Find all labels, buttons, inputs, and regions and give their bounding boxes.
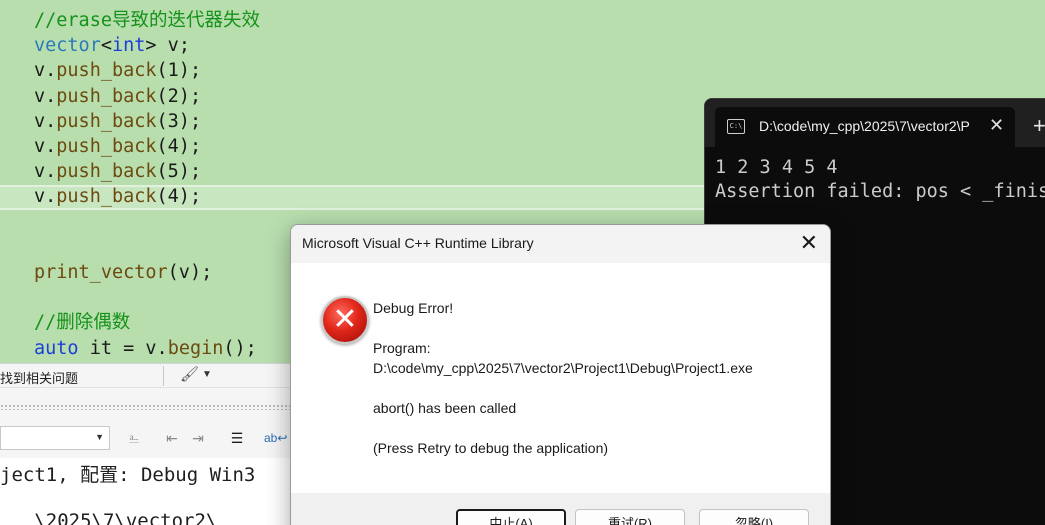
code-line[interactable]: v.push_back(1); — [34, 58, 201, 83]
code-token: (3); — [156, 110, 202, 132]
output-text: ject1, 配置: Debug Win3 \2025\7\vector2\ — [0, 458, 300, 525]
brush-icon[interactable]: 🖌 — [180, 365, 199, 383]
code-token: v — [34, 186, 46, 208]
terminal-tab[interactable]: C:\ D:\code\my_cpp\2025\7\vector2\Projec… — [715, 107, 1015, 147]
output-panel: 找到相关问题 🖌 ▼ ▼ ⎁ ⇤ ⇥ ☰ ab↩ ject1, 配置: Debu… — [0, 363, 300, 525]
next-message-icon[interactable]: ⇥ — [188, 428, 208, 448]
word-wrap-icon[interactable]: ab↩ — [264, 428, 287, 448]
code-token: < — [100, 35, 112, 57]
abort-button[interactable]: 中止(A) — [456, 509, 566, 525]
close-icon[interactable]: ✕ — [989, 115, 1004, 136]
code-token: begin — [167, 337, 224, 359]
clear-all-icon[interactable]: ☰ — [227, 428, 247, 448]
code-token: . — [156, 337, 168, 359]
panel-grip[interactable] — [0, 404, 300, 410]
code-token: ); — [189, 262, 213, 283]
code-token: vector — [34, 35, 101, 57]
terminal-output-line: 1 2 3 4 5 4 — [715, 157, 838, 178]
code-line[interactable]: v.push_back(2); — [34, 84, 201, 109]
dialog-title: Microsoft Visual C++ Runtime Library — [302, 235, 534, 251]
terminal-tab-title: D:\code\my_cpp\2025\7\vector2\Project1\D… — [759, 118, 969, 134]
code-token: . — [45, 161, 57, 183]
output-toolbar: ▼ ⎁ ⇤ ⇥ ☰ ab↩ — [0, 426, 300, 452]
dialog-footer: 中止(A) 重试(R) 忽略(I) — [291, 493, 830, 525]
code-token: (4); — [156, 136, 202, 157]
code-token: push_back — [56, 161, 157, 183]
code-token: push_back — [56, 60, 157, 82]
code-token: auto — [34, 337, 79, 359]
code-token: v — [34, 60, 46, 82]
code-token: ( — [167, 262, 179, 283]
code-token: > — [145, 35, 168, 57]
code-token: push_back — [56, 186, 157, 208]
error-message: abort() has been called — [373, 400, 517, 416]
code-token: ; — [178, 35, 190, 57]
error-x-glyph: ✕ — [332, 302, 358, 337]
code-line[interactable]: v.push_back(4); — [34, 184, 201, 209]
debug-error-dialog: Microsoft Visual C++ Runtime Library ✕ ✕… — [290, 224, 831, 525]
code-line[interactable]: v.push_back(3); — [34, 109, 201, 134]
retry-button[interactable]: 重试(R) — [575, 509, 685, 525]
code-token: (); — [223, 337, 257, 359]
chevron-down-icon[interactable]: ▼ — [202, 369, 212, 380]
code-token: push_back — [56, 85, 157, 107]
code-token: (5); — [156, 161, 202, 183]
find-message-icon[interactable]: ⎁ — [124, 428, 144, 448]
code-token: v — [34, 85, 46, 107]
code-token: int — [111, 35, 146, 57]
search-online-bar[interactable]: 找到相关问题 🖌 ▼ — [0, 364, 300, 388]
chevron-down-icon: ▼ — [95, 432, 104, 442]
dialog-titlebar[interactable]: Microsoft Visual C++ Runtime Library ✕ — [291, 225, 830, 263]
code-token: it — [78, 337, 124, 359]
ignore-button[interactable]: 忽略(I) — [699, 509, 809, 525]
program-path: D:\code\my_cpp\2025\7\vector2\Project1\D… — [373, 360, 753, 376]
error-icon: ✕ — [321, 296, 369, 344]
code-token: print_vector — [34, 262, 168, 283]
code-token: = — [123, 337, 146, 359]
code-line[interactable]: //删除偶数 — [34, 310, 130, 335]
previous-message-icon[interactable]: ⇤ — [162, 428, 182, 448]
code-token: //删除偶数 — [34, 312, 131, 334]
code-line[interactable]: print_vector(v); — [34, 260, 212, 285]
code-token: v — [34, 161, 46, 183]
code-line[interactable]: v.push_back(5); — [34, 159, 201, 184]
code-token: v — [34, 136, 46, 157]
code-token: (2); — [156, 85, 202, 107]
output-line: ject1, 配置: Debug Win3 — [0, 464, 256, 486]
code-token: . — [45, 60, 57, 82]
console-icon: C:\ — [727, 119, 745, 134]
terminal-output-line: Assertion failed: pos < _finish — [715, 181, 1045, 202]
code-line[interactable]: vector<int> v; — [34, 33, 190, 58]
code-token: push_back — [56, 110, 157, 132]
terminal-tab-bar: C:\ D:\code\my_cpp\2025\7\vector2\Projec… — [705, 99, 1045, 147]
close-icon[interactable]: ✕ — [800, 230, 818, 256]
code-token: . — [45, 186, 57, 208]
dialog-body: ✕ Debug Error! Program: D:\code\my_cpp\2… — [291, 263, 830, 493]
code-token: push_back — [56, 136, 157, 157]
error-hint: (Press Retry to debug the application) — [373, 440, 609, 456]
output-source-select[interactable]: ▼ — [0, 426, 110, 450]
code-token: (4); — [156, 186, 202, 208]
code-line[interactable]: v.push_back(4); — [34, 134, 201, 159]
code-line[interactable]: //erase导致的迭代器失效 — [34, 8, 260, 33]
code-token: v — [34, 110, 46, 132]
code-token: //erase导致的迭代器失效 — [34, 10, 260, 31]
code-token: v — [145, 337, 157, 359]
code-token: v — [167, 35, 179, 57]
code-token: v — [178, 262, 190, 283]
new-tab-button[interactable]: + — [1033, 113, 1045, 139]
code-token: . — [45, 136, 57, 157]
search-online-link[interactable]: 找到相关问题 — [0, 368, 78, 387]
code-token: (1); — [156, 60, 202, 82]
error-heading: Debug Error! — [373, 300, 454, 316]
code-token: . — [45, 85, 57, 107]
program-label: Program: — [373, 340, 431, 356]
toolbar-separator — [163, 366, 164, 386]
output-line: \2025\7\vector2\ — [0, 510, 218, 525]
code-line[interactable]: auto it = v.begin(); — [34, 336, 257, 361]
code-token: . — [45, 110, 57, 132]
